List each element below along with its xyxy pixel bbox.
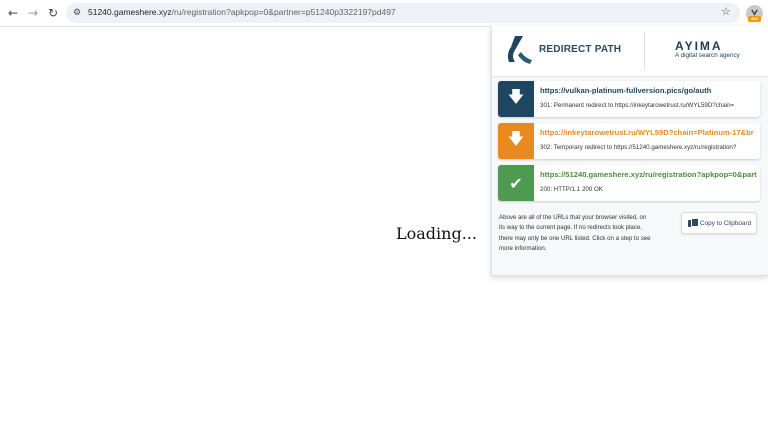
step-status: 302: Temporary redirect to https://51240… [540,144,737,151]
redirect-path-popup: REDIRECT PATH AYIMA A digital search age… [491,26,768,276]
step-status: 200: HTTP/1.1 200 OK [540,186,603,193]
loading-text: Loading... [396,224,477,243]
arrow-down-icon: 🡇 [498,81,534,117]
site-info-icon[interactable]: ⚙ [69,5,85,21]
extension-badge: 302 [748,16,761,22]
url-host: 51240.gameshere.xyz [88,7,172,17]
step-url: https://inkeytarowetrust.ru/WYL59D?chain… [540,128,754,137]
ayima-logo[interactable]: AYIMA [675,39,723,53]
browser-toolbar: ← → ↻ ⚙ 51240.gameshere.xyz/ru/registrat… [0,0,768,27]
arrow-down-icon: 🡇 [498,123,534,159]
forward-arrow-icon[interactable]: → [25,5,41,21]
copy-to-clipboard-button[interactable]: Copy to Clipboard [681,212,757,234]
step-status: 301: Permanent redirect to https://inkey… [540,102,735,109]
redirect-path-logo-icon[interactable] [506,34,536,66]
info-note: Above are all of the URLs that your brow… [499,214,651,252]
step-url: https://51240.gameshere.xyz/ru/registrat… [540,170,757,179]
ayima-tagline: A digital search agency [675,52,740,59]
back-arrow-icon[interactable]: ← [5,5,21,21]
bookmark-star-icon[interactable]: ☆ [721,5,731,18]
redirect-path-brand[interactable]: REDIRECT PATH [539,44,621,55]
step-url: https://vulkan-platinum-fullversion.pics… [540,86,712,95]
url-path: /ru/registration?apkpop=0&partner=p51240… [171,7,396,17]
redirect-step-1[interactable]: 🡇 https://vulkan-platinum-fullversion.pi… [498,81,760,117]
reload-icon[interactable]: ↻ [45,5,61,21]
checkmark-icon: ✔ [498,165,534,201]
address-bar-url[interactable]: 51240.gameshere.xyz/ru/registration?apkp… [88,7,396,17]
header-divider [644,32,645,70]
redirect-step-2[interactable]: 🡇 https://inkeytarowetrust.ru/WYL59D?cha… [498,123,760,159]
redirect-path-extension-icon[interactable]: 302 [746,5,763,22]
copy-button-label: Copy to Clipboard [700,219,752,227]
popup-header: REDIRECT PATH AYIMA A digital search age… [492,26,768,77]
clipboard-icon [688,218,699,228]
redirect-step-3[interactable]: ✔ https://51240.gameshere.xyz/ru/registr… [498,165,760,201]
